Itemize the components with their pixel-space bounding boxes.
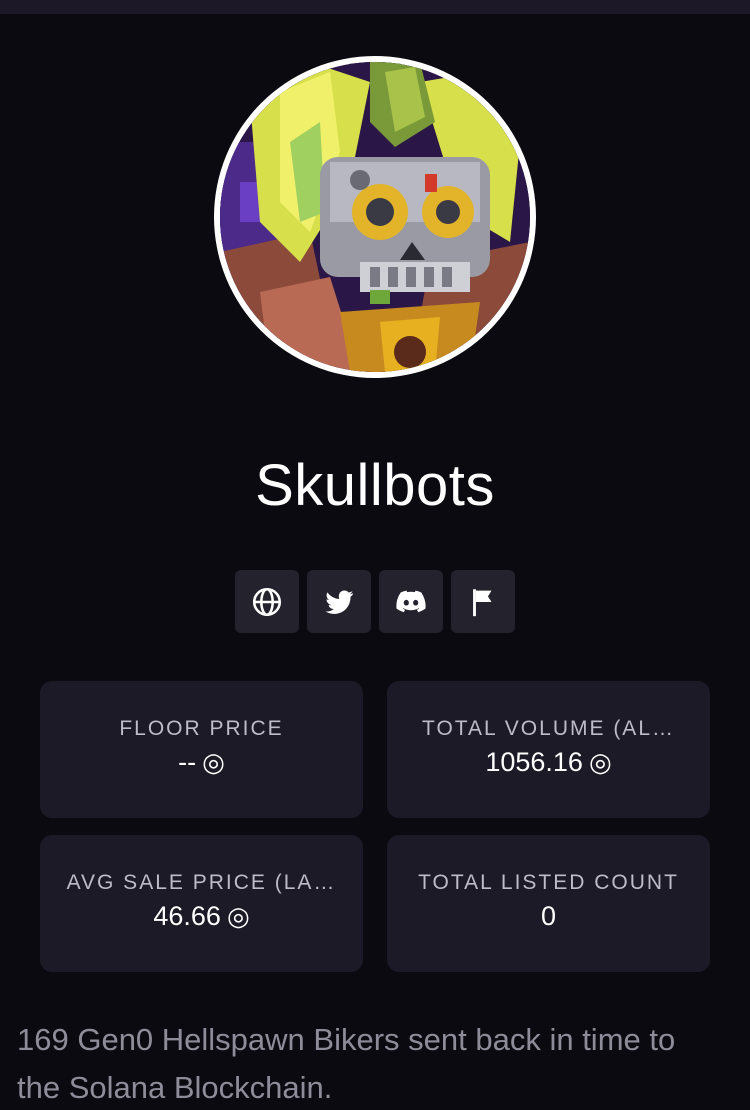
discord-icon (396, 590, 426, 612)
avg-sale-price-label: AVG SALE PRICE (LA… (66, 871, 337, 894)
total-volume-card: TOTAL VOLUME (AL… 1056.16 ◎ (387, 681, 710, 818)
total-volume-label: TOTAL VOLUME (AL… (422, 717, 675, 740)
floor-price-number: -- (178, 747, 197, 777)
sol-icon: ◎ (202, 747, 225, 777)
twitter-button[interactable] (307, 570, 371, 633)
total-volume-number: 1056.16 (485, 747, 583, 777)
collection-title: Skullbots (255, 453, 495, 518)
avg-sale-price-value: 46.66 ◎ (40, 901, 363, 932)
globe-icon (252, 587, 282, 616)
sol-icon: ◎ (588, 747, 612, 777)
website-button[interactable] (235, 570, 299, 633)
social-links (235, 570, 515, 633)
twitter-icon (325, 589, 354, 614)
floor-price-card: FLOOR PRICE -- ◎ (40, 681, 363, 818)
floor-price-value: -- ◎ (40, 747, 363, 778)
collection-avatar (214, 56, 536, 378)
discord-button[interactable] (379, 570, 443, 633)
avg-sale-price-card: AVG SALE PRICE (LA… 46.66 ◎ (40, 835, 363, 972)
flag-icon (473, 588, 492, 616)
total-volume-value: 1056.16 ◎ (387, 747, 710, 778)
total-listed-value: 0 (540, 901, 557, 931)
report-button[interactable] (451, 570, 515, 633)
total-listed-card: TOTAL LISTED COUNT 0 (387, 835, 710, 972)
avatar-image (220, 62, 530, 372)
collection-description: 169 Gen0 Hellspawn Bikers sent back in t… (17, 1022, 676, 1105)
sol-icon: ◎ (226, 901, 250, 931)
top-bar (0, 0, 750, 14)
floor-price-label: FLOOR PRICE (119, 717, 284, 740)
total-listed-label: TOTAL LISTED COUNT (418, 871, 679, 894)
avg-sale-price-number: 46.66 (153, 901, 221, 931)
skull-artwork (220, 62, 530, 372)
